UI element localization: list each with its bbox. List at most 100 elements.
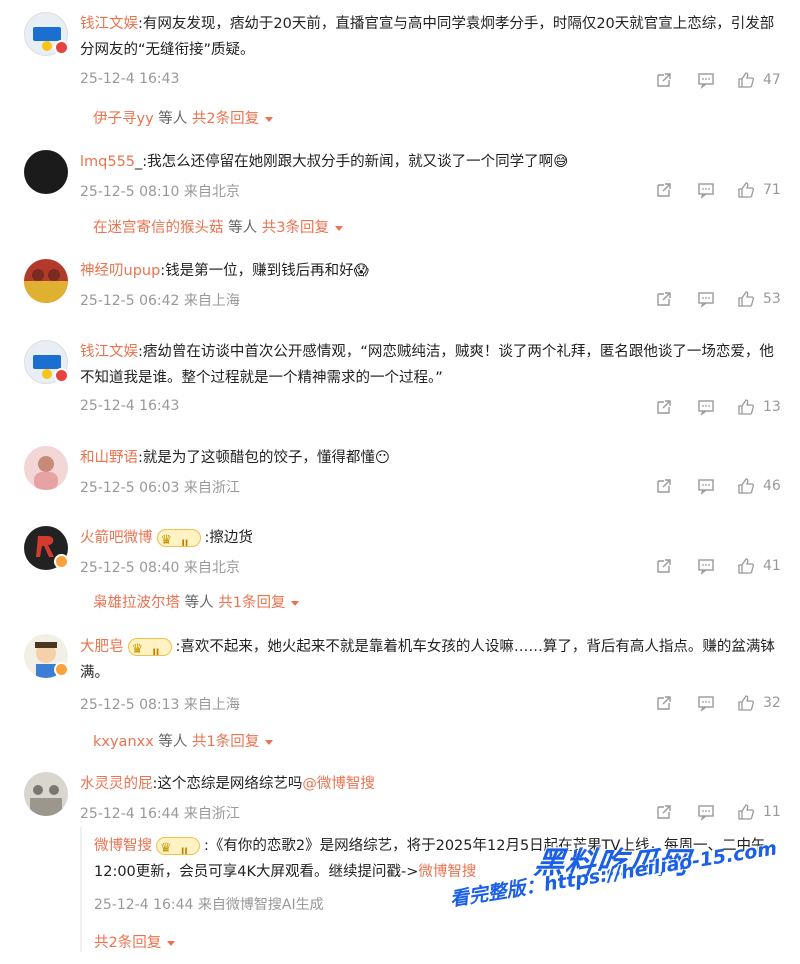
comment-author[interactable]: 钱江文娱 [80, 344, 138, 360]
reply-summary[interactable]: kxyanxx 等人 共1条回复 [93, 730, 274, 751]
comment-meta: 25-12-5 06:03 来自浙江 [80, 480, 240, 496]
avatar[interactable] [24, 259, 68, 303]
share-icon[interactable] [655, 181, 673, 199]
expand-replies[interactable]: 共1条回复 [192, 734, 259, 750]
like-icon[interactable] [737, 398, 755, 416]
reply-user[interactable]: kxyanxx [93, 734, 154, 750]
share-icon[interactable] [655, 557, 673, 575]
chevron-down-icon [265, 739, 274, 745]
reply-meta: 25-12-4 16:44 来自微博智搜AI生成 [94, 897, 324, 913]
avatar[interactable] [24, 446, 68, 490]
expand-replies[interactable]: 共2条回复 [94, 931, 176, 952]
comment-icon[interactable] [697, 694, 715, 712]
emoji-icon: 😱 [353, 263, 369, 279]
share-icon[interactable] [655, 803, 673, 821]
verified-badge-icon [54, 554, 69, 569]
comment-meta: 25-12-5 08:40 来自北京 [80, 560, 240, 576]
chevron-down-icon [167, 940, 176, 946]
reply-author[interactable]: 微博智搜 [94, 838, 152, 854]
comment-icon[interactable] [697, 398, 715, 416]
comment-author[interactable]: 神经叨upup [80, 263, 160, 279]
comment-meta: 25-12-4 16:43 [80, 71, 180, 87]
group-photo-icon [24, 269, 68, 303]
comment-text: :钱是第一位，赚到钱后再和好 [160, 263, 354, 279]
like-count: 13 [763, 399, 781, 415]
comment-icon[interactable] [697, 71, 715, 89]
like-icon[interactable] [737, 290, 755, 308]
comment-actions: 47 [655, 71, 785, 91]
like-icon[interactable] [737, 694, 755, 712]
emoji-icon: 😶 [374, 450, 391, 466]
comment-text: :喜欢不起来，她火起来不就是靠着机车女孩的人设嘛……算了，背后有高人指点。赚的盆… [80, 639, 775, 681]
vip-badge-icon [127, 637, 172, 666]
avatar[interactable] [24, 150, 68, 194]
mention-link[interactable]: @微博智搜 [302, 776, 375, 792]
comment-author[interactable]: lmq555 [80, 154, 135, 170]
comment-text: :痞幼曾在访谈中首次公开感情观，“网恋贼纯洁，贼爽！谈了两个礼拜，匿名跟他谈了一… [80, 344, 774, 386]
comment-text: _:我怎么还停留在她刚跟大叔分手的新闻，就又谈了一个同学了啊 [135, 154, 554, 170]
like-icon[interactable] [737, 71, 755, 89]
comment-meta: 25-12-4 16:43 [80, 398, 180, 414]
chevron-down-icon [334, 225, 343, 231]
like-count: 41 [763, 558, 781, 574]
comment-meta: 25-12-5 08:13 来自上海 [80, 697, 240, 713]
comment-actions: 13 [655, 398, 785, 418]
reply-summary[interactable]: 枭雄拉波尔塔 等人 共1条回复 [93, 591, 300, 612]
comment-meta: 25-12-4 16:44 来自浙江 [80, 806, 240, 822]
like-count: 32 [763, 695, 781, 711]
like-count: 53 [763, 291, 781, 307]
like-count: 11 [763, 804, 781, 820]
comment-author[interactable]: 大肥皂 [80, 639, 124, 655]
reply-summary[interactable]: 伊子寻yy 等人 共2条回复 [93, 107, 274, 128]
reply-user[interactable]: 在迷宫寄信的猴头菇 [93, 220, 224, 236]
comment-text: :这个恋综是网络综艺吗 [152, 776, 303, 792]
share-icon[interactable] [655, 290, 673, 308]
comment-icon[interactable] [697, 803, 715, 821]
comment-author[interactable]: 火箭吧微博 [80, 530, 153, 546]
verified-badge-icon [54, 662, 69, 677]
girl-avatar-icon [34, 456, 58, 490]
comment-icon[interactable] [697, 181, 715, 199]
expand-replies[interactable]: 共3条回复 [262, 220, 329, 236]
vip-badge-icon [156, 836, 200, 865]
comment-actions: 71 [655, 181, 785, 201]
chevron-down-icon [265, 116, 274, 122]
comment-meta: 25-12-5 08:10 来自北京 [80, 184, 240, 200]
comment-meta: 25-12-5 06:42 来自上海 [80, 293, 240, 309]
comment-text: :擦边货 [204, 530, 253, 546]
reply-user[interactable]: 伊子寻yy [93, 111, 154, 127]
like-count: 46 [763, 478, 781, 494]
comment-actions: 53 [655, 290, 785, 310]
comment-actions: 11 [655, 803, 785, 823]
share-icon[interactable] [655, 71, 673, 89]
like-icon[interactable] [737, 557, 755, 575]
avatar[interactable] [24, 772, 68, 816]
reply-user[interactable]: 枭雄拉波尔塔 [93, 595, 180, 611]
verified-badge-icon [54, 40, 69, 55]
vip-badge-icon [156, 528, 201, 557]
comment-author[interactable]: 和山野语 [80, 450, 138, 466]
like-count: 71 [763, 182, 781, 198]
share-icon[interactable] [655, 694, 673, 712]
comment-icon[interactable] [697, 290, 715, 308]
expand-replies[interactable]: 共1条回复 [218, 595, 285, 611]
comment-icon[interactable] [697, 477, 715, 495]
verified-badge-icon [54, 368, 69, 383]
smart-search-link[interactable]: 微博智搜 [418, 864, 476, 880]
comment-icon[interactable] [697, 557, 715, 575]
reply-summary[interactable]: 在迷宫寄信的猴头菇 等人 共3条回复 [93, 216, 343, 237]
emoji-icon: 😅 [553, 154, 569, 170]
comment-actions: 46 [655, 477, 785, 497]
comment-text: :就是为了这顿醋包的饺子，懂得都懂 [138, 450, 375, 466]
comment-text: :有网友发现，痞幼于20天前，直播官宣与高中同学袁炯孝分手，时隔仅20天就官宣上… [80, 16, 775, 58]
share-icon[interactable] [655, 398, 673, 416]
share-icon[interactable] [655, 477, 673, 495]
comment-author[interactable]: 水灵灵的屁 [80, 776, 153, 792]
expand-replies[interactable]: 共2条回复 [192, 111, 259, 127]
like-icon[interactable] [737, 477, 755, 495]
like-icon[interactable] [737, 803, 755, 821]
like-count: 47 [763, 72, 781, 88]
comment-actions: 32 [655, 694, 785, 714]
comment-author[interactable]: 钱江文娱 [80, 16, 138, 32]
like-icon[interactable] [737, 181, 755, 199]
